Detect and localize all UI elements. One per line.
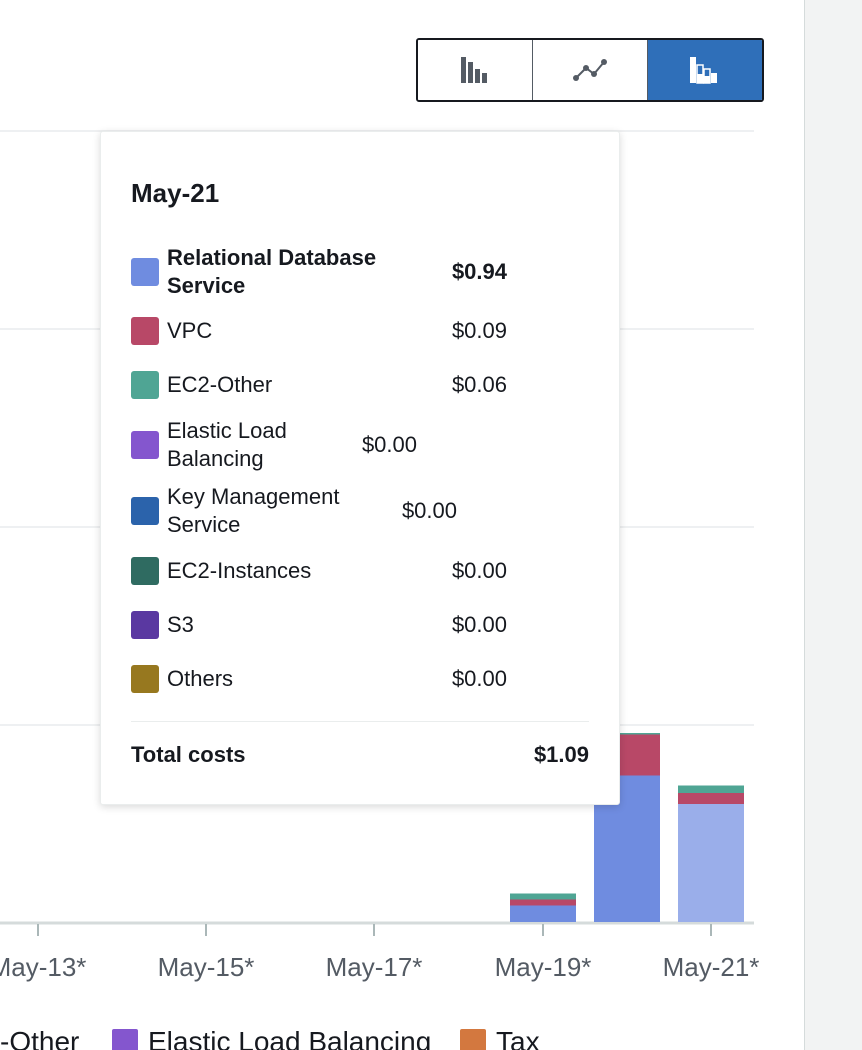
legend-swatch [460, 1029, 486, 1050]
bar-segment[interactable] [678, 785, 744, 794]
legend-item-tax[interactable]: Tax [460, 1026, 540, 1050]
bar-segment[interactable] [510, 905, 576, 923]
series-name: VPC [167, 318, 213, 343]
series-swatch [131, 611, 159, 639]
x-tick-label: May-19* [494, 952, 592, 982]
tooltip-row: Elastic Load Balancing $0.00 [131, 417, 589, 473]
series-value: $0.00 [361, 432, 417, 457]
series-swatch [131, 665, 159, 693]
series-name: Elastic Load Balancing [167, 418, 287, 471]
tooltip-row: EC2-Other $0.06 [131, 371, 589, 399]
series-name: Relational Database Service [167, 245, 377, 298]
x-tick-label: May-15* [157, 952, 255, 982]
series-name: EC2-Instances [167, 558, 312, 583]
tooltip-row: VPC $0.09 [131, 317, 589, 345]
legend-item-elastic-load-balancing[interactable]: Elastic Load Balancing [112, 1026, 431, 1050]
legend-label: -Other [0, 1026, 80, 1050]
line-chart-icon [573, 59, 607, 81]
chart-tooltip: May-21 Relational Database Service $0.94… [100, 131, 620, 805]
series-value: $0.00 [451, 612, 507, 637]
total-label: Total costs [131, 742, 246, 767]
legend-label: Tax [496, 1026, 540, 1050]
series-value: $0.00 [451, 558, 507, 583]
series-swatch [131, 431, 159, 459]
series-swatch [131, 317, 159, 345]
stacked-bar-chart-icon [690, 57, 717, 84]
tooltip-divider [131, 721, 589, 722]
series-swatch [131, 557, 159, 585]
side-panel-gutter [804, 0, 862, 1050]
series-name: EC2-Other [167, 372, 273, 397]
tooltip-row: Key Management Service $0.00 [131, 483, 589, 539]
chart-type-toggle [416, 38, 764, 102]
total-value: $1.09 [533, 742, 589, 767]
legend-label: Elastic Load Balancing [148, 1026, 432, 1050]
legend-swatch [112, 1029, 138, 1050]
chart-legend: -Other Elastic Load Balancing Tax [0, 1026, 804, 1050]
tooltip-row: EC2-Instances $0.00 [131, 557, 589, 585]
tooltip-total: Total costs $1.09 [131, 742, 589, 768]
stacked-bar-chart-view-button[interactable] [648, 40, 762, 100]
series-value: $0.09 [451, 318, 507, 343]
line-chart-view-button[interactable] [533, 40, 648, 100]
series-name: Others [167, 666, 234, 691]
bar-chart-icon [461, 57, 487, 83]
tooltip-row: Relational Database Service $0.94 [131, 244, 589, 300]
series-value: $0.06 [451, 372, 507, 397]
series-value: $0.00 [401, 498, 457, 523]
series-value: $0.00 [451, 666, 507, 691]
series-value: $0.94 [451, 259, 507, 284]
bar-segment[interactable] [678, 804, 744, 922]
legend-item-ec2-other[interactable]: -Other [0, 1026, 79, 1050]
bar-segment[interactable] [510, 893, 576, 900]
series-name: S3 [167, 612, 194, 637]
x-tick-label: May-13* [0, 952, 87, 982]
series-swatch [131, 258, 159, 286]
tooltip-title: May-21 [131, 178, 220, 208]
x-tick-label: May-17* [325, 952, 423, 982]
series-swatch [131, 371, 159, 399]
x-tick-label: May-21* [662, 952, 760, 982]
series-swatch [131, 497, 159, 525]
tooltip-row: S3 $0.00 [131, 611, 589, 639]
x-axis-labels: May-13* May-15* May-17* May-19* May-21* [0, 952, 804, 992]
bar-segment[interactable] [510, 899, 576, 906]
tooltip-row: Others $0.00 [131, 665, 589, 693]
bar-chart-view-button[interactable] [418, 40, 533, 100]
series-name: Key Management Service [167, 484, 340, 537]
bar-segment[interactable] [678, 793, 744, 804]
